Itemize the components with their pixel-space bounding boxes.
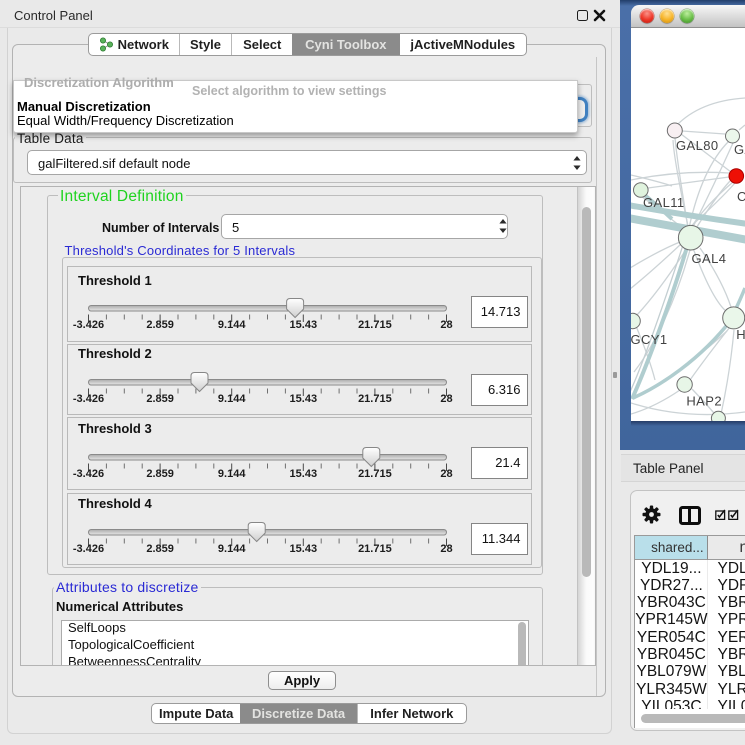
svg-text:15.43: 15.43 <box>289 393 317 405</box>
svg-text:2.859: 2.859 <box>146 468 174 480</box>
svg-text:-3.426: -3.426 <box>72 393 103 405</box>
svg-text:9.144: 9.144 <box>217 468 245 480</box>
svg-text:2.859: 2.859 <box>146 393 174 405</box>
svg-text:GCY1: GCY1 <box>631 332 668 347</box>
svg-text:28: 28 <box>440 319 452 331</box>
svg-text:21.715: 21.715 <box>358 468 392 480</box>
svg-text:-3.426: -3.426 <box>72 543 103 555</box>
svg-text:GA: GA <box>734 142 745 157</box>
svg-text:2.859: 2.859 <box>146 319 174 331</box>
svg-text:HAP2: HAP2 <box>686 394 722 409</box>
svg-text:GAL11: GAL11 <box>643 195 685 210</box>
svg-text:GAL80: GAL80 <box>676 138 718 153</box>
svg-text:28: 28 <box>440 393 452 405</box>
svg-text:21.715: 21.715 <box>358 543 392 555</box>
svg-text:15.43: 15.43 <box>289 319 317 331</box>
svg-text:9.144: 9.144 <box>217 543 245 555</box>
svg-text:GAL4: GAL4 <box>692 251 727 266</box>
svg-text:-3.426: -3.426 <box>72 468 103 480</box>
svg-text:28: 28 <box>440 468 452 480</box>
svg-text:-3.426: -3.426 <box>72 319 103 331</box>
svg-text:21.715: 21.715 <box>358 319 392 331</box>
svg-text:2.859: 2.859 <box>146 543 174 555</box>
svg-text:21.715: 21.715 <box>358 393 392 405</box>
svg-text:9.144: 9.144 <box>217 319 245 331</box>
svg-text:15.43: 15.43 <box>289 468 317 480</box>
svg-text:9.144: 9.144 <box>217 393 245 405</box>
svg-text:15.43: 15.43 <box>289 543 317 555</box>
svg-text:H: H <box>736 327 745 342</box>
svg-text:28: 28 <box>440 543 452 555</box>
svg-text:CY: CY <box>737 189 745 204</box>
